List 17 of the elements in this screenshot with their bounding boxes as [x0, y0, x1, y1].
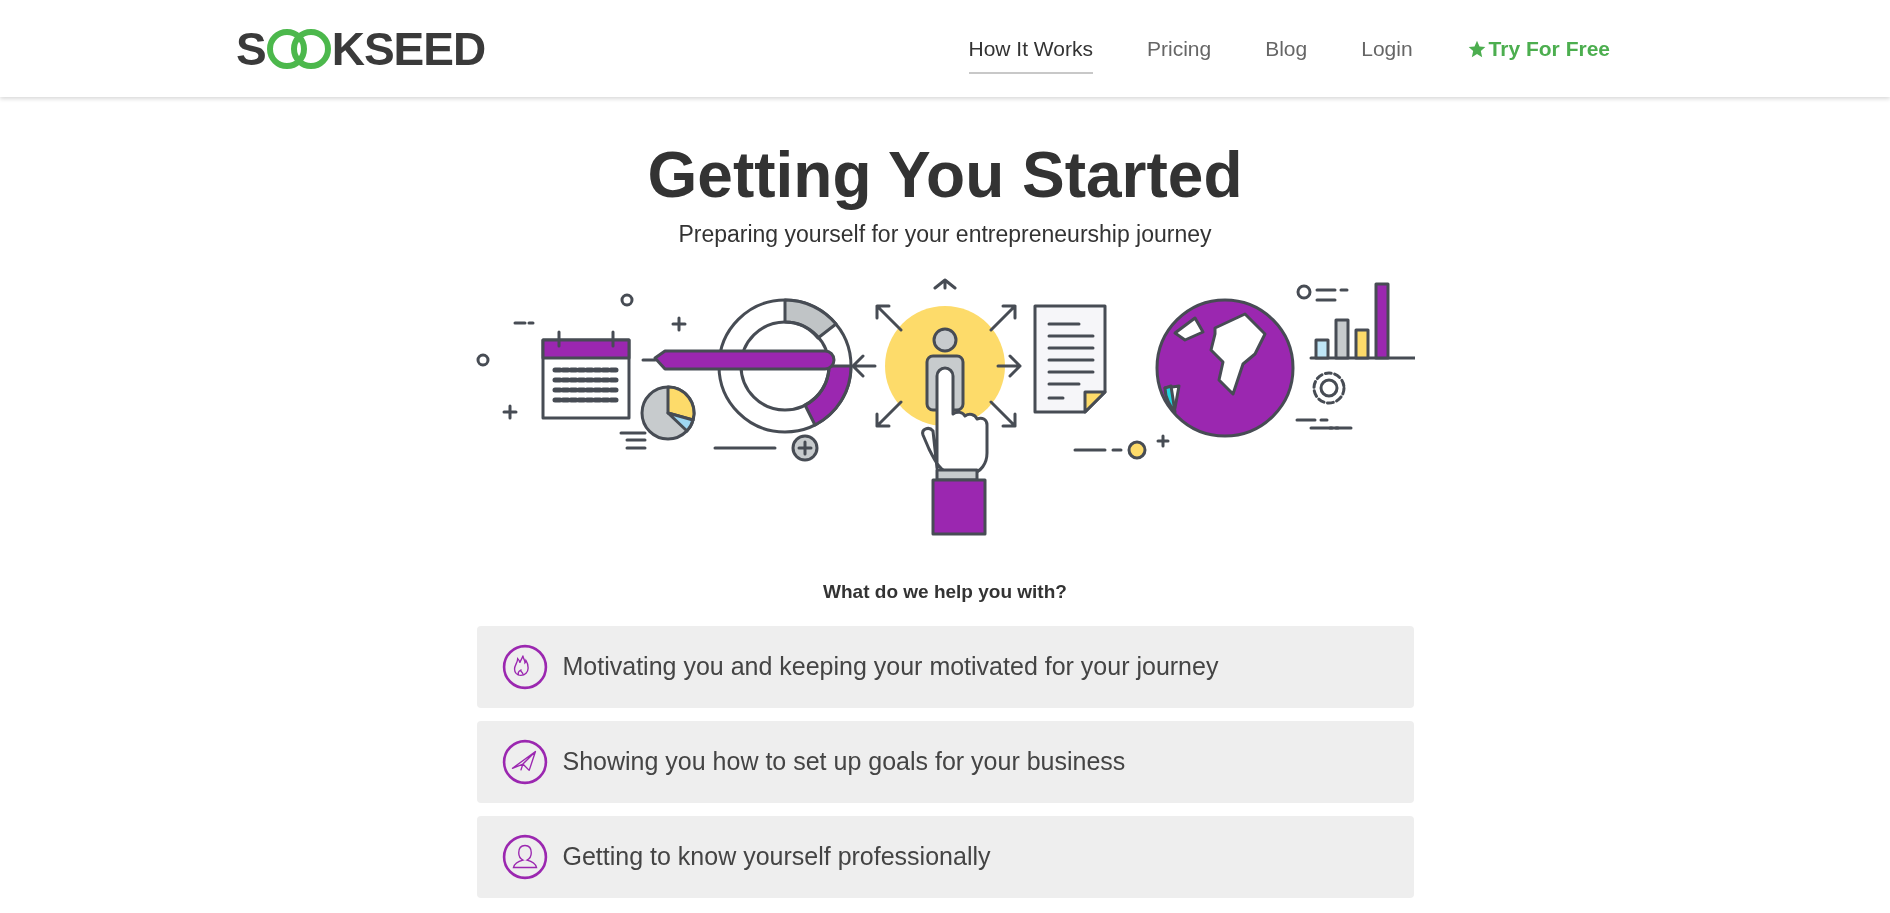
- nav-link[interactable]: Login: [1361, 22, 1413, 75]
- help-item-text: Showing you how to set up goals for your business: [562, 746, 1126, 778]
- section-heading: What do we help you with?: [823, 579, 1067, 604]
- flame-icon: [501, 644, 548, 690]
- paper-plane-icon: [501, 739, 548, 785]
- page-title: Getting You Started: [647, 138, 1243, 213]
- nav-link[interactable]: Pricing: [1147, 22, 1212, 75]
- logo-rings-icon: [266, 27, 331, 70]
- nav-link[interactable]: How It Works: [968, 22, 1093, 75]
- page-subtitle: Preparing yourself for your entrepreneurship journey: [678, 220, 1212, 249]
- help-item-text: Getting to know yourself professionally: [562, 841, 991, 873]
- nav-link[interactable]: Blog: [1265, 22, 1308, 75]
- logo-text: S: [236, 25, 266, 72]
- logo-text: KSEED: [331, 25, 486, 72]
- logo[interactable]: S KSEED: [236, 25, 486, 72]
- person-icon: [501, 834, 548, 880]
- help-item-text: Motivating you and keeping your motivated for your journey: [562, 651, 1219, 683]
